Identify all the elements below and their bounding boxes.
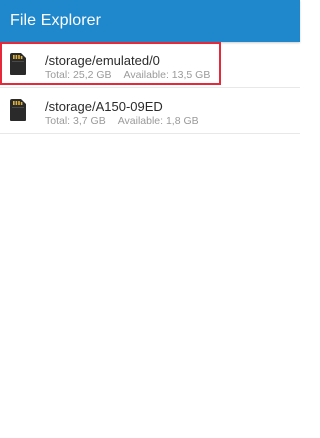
storage-path: /storage/emulated/0 [45, 53, 160, 68]
sd-card-icon [10, 53, 26, 75]
file-explorer-app: File Explorer /storage/emulated/0 Total:… [0, 0, 300, 438]
storage-capacity: Total: 25,2 GB Available: 13,5 GB [45, 69, 210, 81]
storage-total: Total: 3,7 GB [45, 115, 106, 127]
storage-item-sdcard[interactable]: /storage/A150-09ED Total: 3,7 GB Availabl… [0, 88, 300, 134]
app-title: File Explorer [10, 12, 102, 29]
storage-available: Available: 13,5 GB [123, 69, 211, 81]
app-bar: File Explorer [0, 0, 300, 42]
storage-path: /storage/A150-09ED [45, 99, 163, 114]
storage-item-emulated[interactable]: /storage/emulated/0 Total: 25,2 GB Availa… [0, 42, 300, 88]
storage-list: /storage/emulated/0 Total: 25,2 GB Availa… [0, 42, 300, 134]
storage-total: Total: 25,2 GB [45, 69, 112, 81]
storage-capacity: Total: 3,7 GB Available: 1,8 GB [45, 115, 199, 127]
sd-card-icon [10, 99, 26, 121]
storage-available: Available: 1,8 GB [117, 115, 199, 127]
